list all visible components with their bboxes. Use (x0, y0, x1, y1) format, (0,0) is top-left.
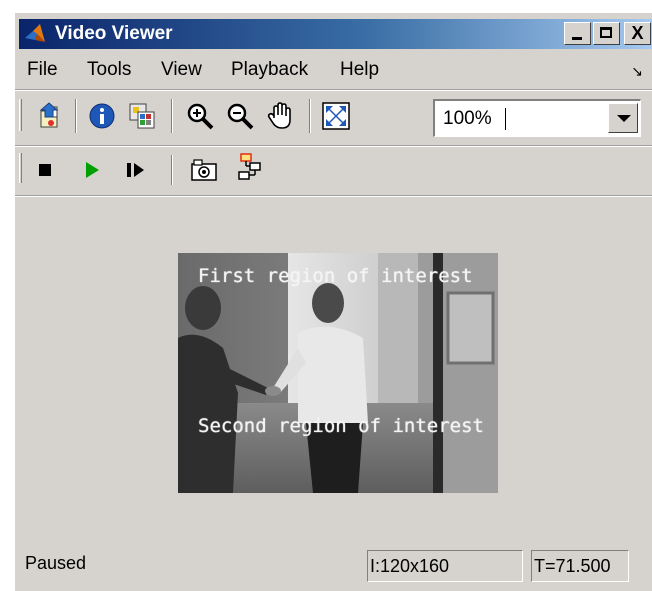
status-image-size: I:120x160 (367, 550, 523, 582)
window-controls: X (562, 22, 651, 46)
roi-label-second: Second region of interest (198, 415, 484, 437)
zoom-out-icon[interactable] (225, 101, 255, 131)
snapshot-icon[interactable] (189, 155, 219, 185)
zoom-combobox[interactable]: 100% (433, 99, 641, 137)
stop-icon[interactable] (31, 155, 61, 185)
status-time: T=71.500 (531, 550, 629, 582)
toolbar-separator (171, 99, 173, 133)
window-title: Video Viewer (55, 23, 173, 44)
dock-arrow-icon[interactable]: ↘ (631, 63, 643, 80)
toolbar-separator (309, 99, 311, 133)
menu-tools[interactable]: Tools (87, 59, 131, 81)
video-frame[interactable]: First region of interest Second region o… (178, 253, 498, 493)
close-button[interactable]: X (624, 22, 651, 45)
toolbar-separator (171, 155, 173, 185)
matlab-logo-icon (23, 22, 49, 46)
minimize-button[interactable] (564, 22, 591, 45)
toolbar-grip[interactable] (19, 99, 22, 131)
video-image (178, 253, 498, 493)
toolbar-separator-line (15, 145, 652, 147)
menu-separator (15, 89, 652, 91)
zoom-value[interactable]: 100% (443, 108, 492, 130)
highlight-simulink-icon[interactable] (235, 151, 265, 181)
info-icon[interactable] (87, 101, 117, 131)
menu-file[interactable]: File (27, 59, 58, 81)
play-icon[interactable] (77, 155, 107, 185)
toolbar-grip[interactable] (19, 153, 22, 183)
pan-hand-icon[interactable] (265, 101, 295, 131)
menu-playback[interactable]: Playback (231, 59, 308, 81)
maximize-button[interactable] (593, 22, 620, 45)
zoom-in-icon[interactable] (185, 101, 215, 131)
roi-label-first: First region of interest (198, 265, 473, 287)
import-icon[interactable] (35, 101, 65, 131)
status-state: Paused (25, 553, 87, 573)
title-bar[interactable]: Video Viewer X (19, 19, 652, 49)
playback-toolbar (15, 151, 652, 189)
fit-to-window-icon[interactable] (321, 101, 351, 131)
text-caret (505, 108, 506, 130)
step-forward-icon[interactable] (121, 155, 151, 185)
menu-view[interactable]: View (161, 59, 202, 81)
zoom-dropdown-button[interactable] (608, 103, 638, 133)
video-viewer-window: Video Viewer X File Tools View Playback … (14, 12, 652, 591)
toolbar-separator (75, 99, 77, 133)
menu-help[interactable]: Help (340, 59, 379, 81)
main-toolbar: 100% (15, 95, 652, 139)
pixel-region-icon[interactable] (127, 101, 157, 131)
content-separator-line (15, 195, 652, 197)
menu-bar: File Tools View Playback Help ↘ (15, 55, 652, 83)
